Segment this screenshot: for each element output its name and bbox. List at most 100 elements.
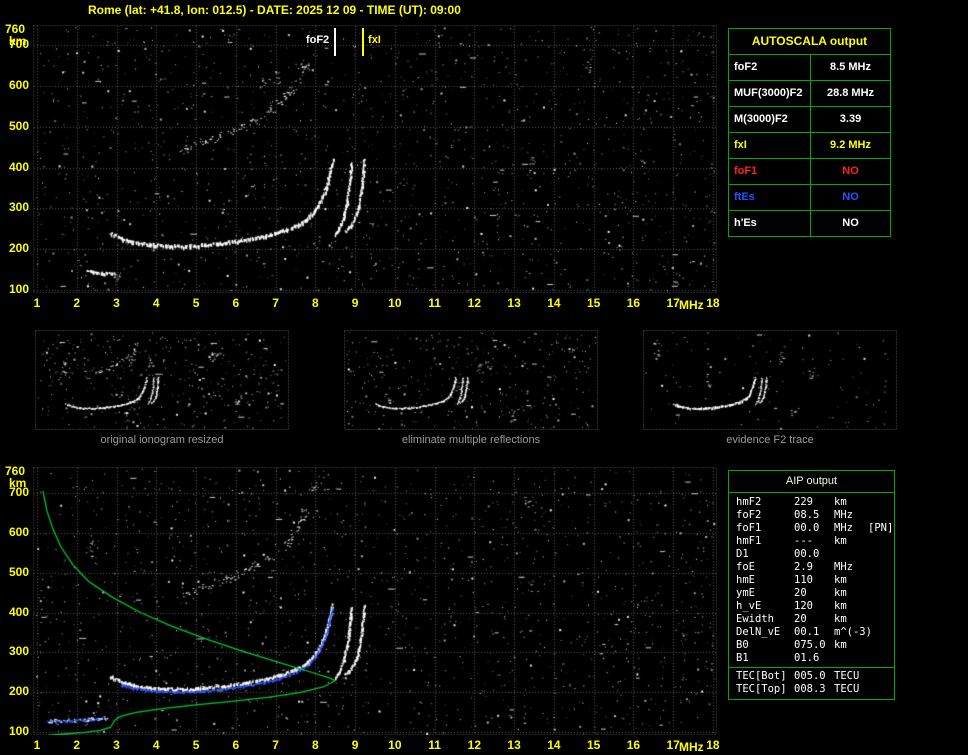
aip-row: Ewidth 20 km <box>729 613 894 626</box>
y-tick-label: 300 <box>8 644 29 659</box>
main-ionogram-canvas <box>33 25 717 293</box>
aip-unit: TECU <box>834 683 860 695</box>
aip-value: 005.0 <box>794 670 826 682</box>
aip-param: D1 <box>736 548 749 560</box>
y-tick-label: 400 <box>8 159 29 174</box>
aip-unit: MHz <box>834 561 853 573</box>
x-tick-label: 11 <box>428 738 441 752</box>
thumbnail-multiple-reflections-removed <box>344 330 598 430</box>
aip-param: DelN_vE <box>736 626 781 638</box>
x-tick-label: 7 <box>272 738 279 752</box>
y-tick-label: 100 <box>8 282 29 296</box>
thumbnail-caption-1: original ionogram resized <box>100 434 224 446</box>
aip-row: DelN_vE 00.1 m^(-3) <box>729 626 894 639</box>
autoscala-row: M(3000)F2 3.39 <box>729 107 890 133</box>
aip-note <box>868 626 894 639</box>
autoscala-value: 8.5 MHz <box>830 61 871 73</box>
x-axis-unit-label-1: MHz <box>679 740 704 754</box>
foF2-marker-line <box>334 28 337 56</box>
aip-value: 00.1 <box>794 626 820 638</box>
aip-unit: km <box>834 496 847 508</box>
y-tick-label: 100 <box>8 724 29 738</box>
aip-unit: km <box>834 587 847 599</box>
profile-ionogram-plot <box>33 467 717 735</box>
aip-note <box>868 652 894 665</box>
aip-unit: km <box>834 600 847 612</box>
aip-row: hmE 110 km <box>729 574 894 587</box>
x-tick-label: 3 <box>113 296 120 310</box>
x-tick-label: 9 <box>351 738 359 752</box>
x-tick-label: 10 <box>388 296 402 310</box>
x-tick-label: 15 <box>586 738 601 752</box>
x-tick-label: 11 <box>428 296 441 310</box>
autoscala-row: MUF(3000)F2 28.8 MHz <box>729 81 890 107</box>
aip-row: D1 00.0 <box>729 548 894 561</box>
x-tick-label: 10 <box>388 738 402 752</box>
x-tick-label: 13 <box>507 296 521 310</box>
thumbnail-original-ionogram <box>35 330 289 430</box>
x-tick-label: 18 <box>706 738 720 752</box>
aip-value: 01.6 <box>794 652 820 664</box>
aip-header: AIP output <box>729 471 894 493</box>
x-tick-label: 4 <box>152 738 160 752</box>
aip-row: foF2 08.5 MHz <box>729 509 894 522</box>
aip-value: 008.3 <box>794 683 826 695</box>
x-tick-label: 1 <box>33 738 41 752</box>
foF2-marker-label: foF2 <box>305 34 330 46</box>
autoscala-value: 9.2 MHz <box>830 139 871 151</box>
aip-value: 120 <box>794 600 813 612</box>
aip-row: B0 075.0 km <box>729 639 894 652</box>
autoscala-header: AUTOSCALA output <box>729 29 890 55</box>
aip-value: 110 <box>794 574 813 586</box>
aip-unit: m^(-3) <box>834 626 872 638</box>
x-tick-label: 18 <box>706 296 720 310</box>
aip-note <box>868 548 894 561</box>
y-tick-label: 600 <box>8 524 29 539</box>
aip-row: h_vE 120 km <box>729 600 894 613</box>
aip-unit: km <box>834 535 847 547</box>
aip-value: 075.0 <box>794 639 826 651</box>
x-tick-label: 5 <box>192 738 200 752</box>
aip-param: B0 <box>736 639 749 651</box>
autoscala-param: foF2 <box>729 55 811 80</box>
autoscala-value: 28.8 MHz <box>826 87 875 99</box>
autoscala-param: M(3000)F2 <box>729 107 811 132</box>
y-tick-label: 300 <box>8 200 29 215</box>
x-tick-label: 4 <box>152 296 160 310</box>
autoscala-row: fxI 9.2 MHz <box>729 133 890 159</box>
x-tick-label: 8 <box>311 738 319 752</box>
autoscala-param: MUF(3000)F2 <box>729 81 811 106</box>
aip-param: hmF1 <box>736 535 762 547</box>
aip-note <box>868 670 894 683</box>
aip-row: foE 2.9 MHz <box>729 561 894 574</box>
y-tick-label: 400 <box>8 604 29 619</box>
y-tick-label: 600 <box>8 77 29 92</box>
x-axis-unit-label-0: MHz <box>679 298 704 312</box>
profile-ionogram-canvas <box>33 467 717 735</box>
x-tick-label: 5 <box>192 296 200 310</box>
autoscala-row: h'Es NO <box>729 211 890 236</box>
y-tick-label: 700 <box>8 37 29 51</box>
x-tick-label: 14 <box>547 738 561 752</box>
aip-rows: hmF2 229 km foF2 08.5 MHz foF1 00.0 MHz [PN] hmF1 -… <box>729 493 894 667</box>
y-tick-label: 200 <box>8 684 29 699</box>
fxI-marker-line <box>362 28 365 56</box>
x-tick-label: 14 <box>547 296 561 310</box>
aip-param: foF2 <box>736 509 762 521</box>
aip-value: 2.9 <box>794 561 813 573</box>
x-tick-label: 12 <box>467 738 482 752</box>
autoscala-value: NO <box>842 217 859 229</box>
aip-note <box>868 683 894 696</box>
aip-value: --- <box>794 535 813 547</box>
y-tick-label: 700 <box>8 485 29 499</box>
aip-value: 20 <box>794 587 807 599</box>
autoscala-param: fxI <box>729 133 811 158</box>
aip-param: B1 <box>736 652 749 664</box>
thumbnail-f2-trace-evidence <box>643 330 897 430</box>
aip-note <box>868 613 894 626</box>
aip-row: B1 01.6 <box>729 652 894 665</box>
autoscala-row: foF2 8.5 MHz <box>729 55 890 81</box>
aip-note <box>868 600 894 613</box>
aip-param: ymE <box>736 587 755 599</box>
aip-param: TEC[Bot] <box>736 670 787 682</box>
